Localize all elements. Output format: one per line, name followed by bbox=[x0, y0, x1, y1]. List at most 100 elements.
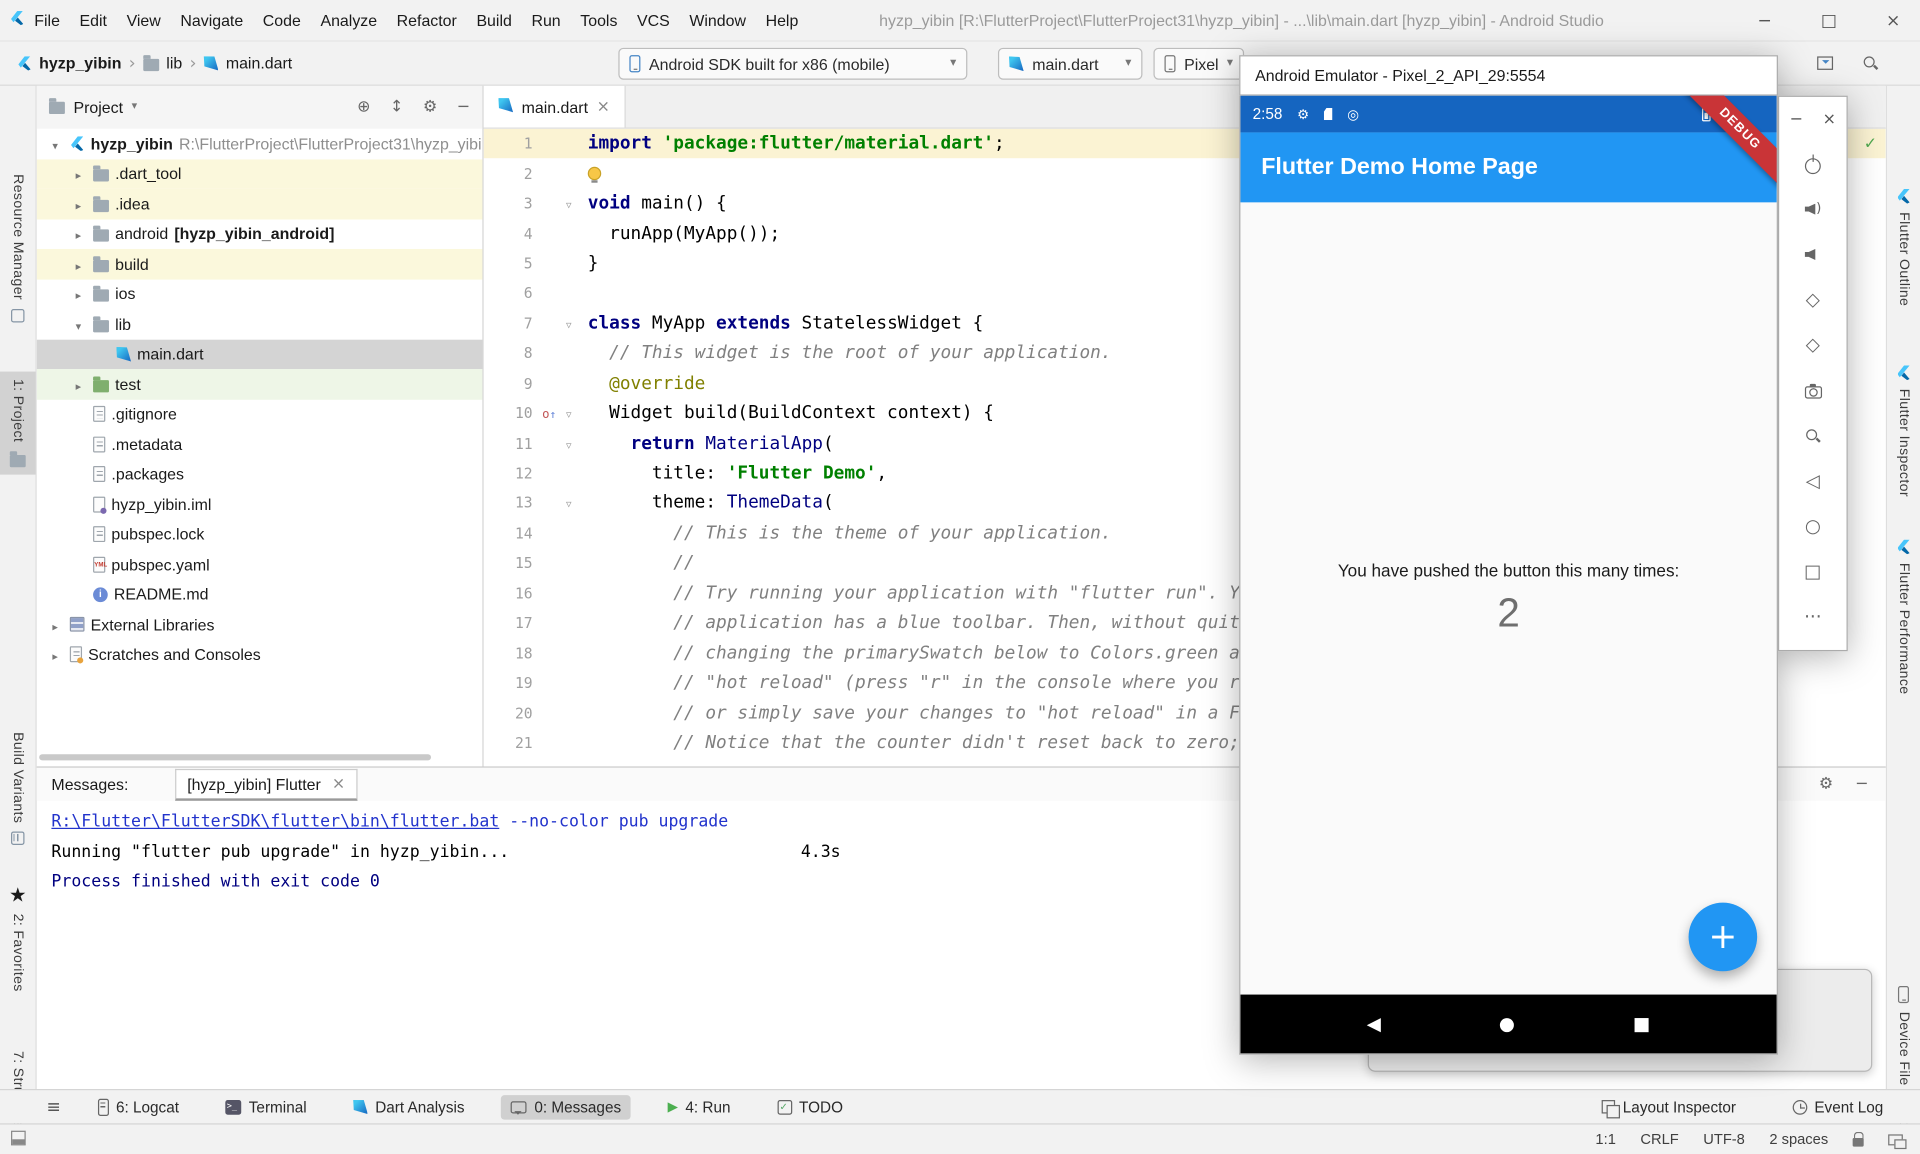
collapsed-arrow-icon[interactable]: ▸ bbox=[47, 645, 64, 663]
attach-icon[interactable] bbox=[1817, 56, 1833, 69]
tree-item-pubspec-lock[interactable]: pubspec.lock bbox=[37, 519, 483, 549]
minimize-icon[interactable]: − bbox=[457, 99, 470, 115]
toolwindow-icon[interactable] bbox=[11, 1130, 26, 1145]
status-1-1[interactable]: 1:1 bbox=[1595, 1131, 1615, 1148]
emulator-button-back[interactable]: ◁ bbox=[1779, 459, 1846, 504]
fold-icon[interactable]: ▿ bbox=[566, 321, 572, 332]
tree-item-gitignore[interactable]: .gitignore bbox=[37, 399, 483, 429]
close-icon[interactable]: × bbox=[1823, 111, 1836, 127]
toolwindow-button-todo[interactable]: TODO bbox=[767, 1095, 853, 1120]
tree-item-main-dart[interactable]: main.dart bbox=[37, 339, 483, 369]
screens-icon[interactable] bbox=[1888, 1134, 1903, 1145]
emulator-button-overview[interactable]: □ bbox=[1779, 549, 1846, 594]
emulator-button-power[interactable] bbox=[1779, 141, 1846, 186]
gear-icon[interactable]: ⚙ bbox=[1819, 776, 1833, 792]
messages-tab-flutter[interactable]: [hyzp_yibin] Flutter × bbox=[175, 768, 357, 800]
emulator-button-home[interactable]: ○ bbox=[1779, 504, 1846, 549]
tree-item-hyzp-yibin-iml[interactable]: hyzp_yibin.iml bbox=[37, 489, 483, 519]
inspection-status[interactable]: ✓ bbox=[1864, 134, 1877, 154]
tree-item-readme-md[interactable]: README.md bbox=[37, 579, 483, 609]
toolwindow-button-dart-analysis[interactable]: Dart Analysis bbox=[343, 1095, 474, 1120]
tree-item-idea[interactable]: ▸.idea bbox=[37, 189, 483, 219]
menu-item-tools[interactable]: Tools bbox=[570, 10, 627, 28]
device-selector[interactable]: Android SDK built for x86 (mobile)▾ bbox=[618, 48, 967, 80]
fold-icon[interactable]: ▿ bbox=[566, 411, 572, 422]
hamburger-icon[interactable]: ≡ bbox=[47, 1098, 61, 1115]
fold-icon[interactable]: ▿ bbox=[566, 441, 572, 452]
minimize-icon[interactable]: − bbox=[1855, 776, 1868, 792]
stripe-item-flutter-inspector[interactable]: Flutter Inspector bbox=[1887, 358, 1920, 504]
tree-item-external-libraries[interactable]: ▸External Libraries bbox=[37, 609, 483, 639]
nav-home-icon[interactable]: ● bbox=[1499, 1015, 1515, 1033]
minimize-icon[interactable]: − bbox=[1758, 12, 1772, 29]
emulator-button-more[interactable]: ··· bbox=[1779, 595, 1846, 640]
collapsed-arrow-icon[interactable]: ▸ bbox=[70, 285, 87, 303]
tree-item-build[interactable]: ▸build bbox=[37, 249, 483, 279]
tree-item-test[interactable]: ▸test bbox=[37, 369, 483, 399]
emulator-button-rotate-right[interactable]: ◇ bbox=[1779, 323, 1846, 368]
tree-item-pubspec-yaml[interactable]: pubspec.yaml bbox=[37, 549, 483, 579]
breadcrumb-item-lib[interactable]: lib bbox=[166, 54, 182, 72]
breadcrumb-item-main-dart[interactable]: main.dart bbox=[226, 54, 292, 72]
stripe-item-flutter-performance[interactable]: Flutter Performance bbox=[1887, 532, 1920, 702]
nav-back-icon[interactable]: ◀ bbox=[1367, 1015, 1381, 1033]
tree-item-ios[interactable]: ▸ios bbox=[37, 279, 483, 309]
emulator-button-zoom[interactable] bbox=[1779, 413, 1846, 458]
breadcrumb-item-hyzp-yibin[interactable]: hyzp_yibin bbox=[39, 54, 121, 72]
emulator-screen[interactable]: 2:58 ⚙◎ Flutter Demo Home Page You have … bbox=[1239, 96, 1778, 1055]
toolwindow-button-4-run[interactable]: ▶4: Run bbox=[658, 1095, 740, 1120]
expanded-arrow-icon[interactable]: ▾ bbox=[70, 315, 87, 333]
nav-overview-icon[interactable]: ■ bbox=[1633, 1015, 1650, 1033]
emulator-button-volume-up[interactable] bbox=[1779, 186, 1846, 231]
console-link[interactable]: R:\Flutter\FlutterSDK\flutter\bin\flutte… bbox=[51, 812, 499, 832]
menu-item-edit[interactable]: Edit bbox=[70, 10, 117, 28]
fold-icon[interactable]: ▿ bbox=[566, 501, 572, 512]
tree-item-packages[interactable]: .packages bbox=[37, 459, 483, 489]
menu-item-help[interactable]: Help bbox=[756, 10, 808, 28]
toolwindow-button-0-messages[interactable]: 0: Messages bbox=[501, 1095, 631, 1120]
status-2-spaces[interactable]: 2 spaces bbox=[1769, 1131, 1828, 1148]
target-device-selector[interactable]: Pixel▾ bbox=[1153, 48, 1244, 80]
tree-item-lib[interactable]: ▾lib bbox=[37, 309, 483, 339]
close-icon[interactable]: × bbox=[597, 99, 610, 115]
tree-item-metadata[interactable]: .metadata bbox=[37, 429, 483, 459]
status-crlf[interactable]: CRLF bbox=[1640, 1131, 1678, 1148]
collapsed-arrow-icon[interactable]: ▸ bbox=[70, 375, 87, 393]
emulator-button-volume-down[interactable] bbox=[1779, 232, 1846, 277]
target-icon[interactable]: ⊕ bbox=[357, 99, 370, 115]
override-marker-icon[interactable]: o bbox=[542, 409, 556, 422]
horizontal-scrollbar[interactable] bbox=[39, 754, 431, 760]
menu-item-build[interactable]: Build bbox=[467, 10, 522, 28]
minimize-icon[interactable]: − bbox=[1790, 111, 1803, 127]
bulb-icon[interactable] bbox=[588, 166, 601, 179]
stripe-item-flutter-outline[interactable]: Flutter Outline bbox=[1887, 181, 1920, 313]
collapsed-arrow-icon[interactable]: ▸ bbox=[70, 225, 87, 243]
fab-button[interactable]: + bbox=[1689, 903, 1758, 972]
close-icon[interactable]: × bbox=[1886, 12, 1900, 29]
menu-item-analyze[interactable]: Analyze bbox=[311, 10, 387, 28]
menu-item-run[interactable]: Run bbox=[522, 10, 571, 28]
menu-item-refactor[interactable]: Refactor bbox=[387, 10, 467, 28]
search-icon[interactable] bbox=[1862, 55, 1878, 71]
gear-icon[interactable]: ⚙ bbox=[423, 99, 437, 115]
emulator-button-camera[interactable] bbox=[1779, 368, 1846, 413]
tree-item-scratches-and-consoles[interactable]: ▸Scratches and Consoles bbox=[37, 640, 483, 670]
collapsed-arrow-icon[interactable]: ▸ bbox=[47, 615, 64, 633]
stripe-item-resource-manager[interactable]: Resource Manager bbox=[0, 167, 36, 330]
close-icon[interactable]: × bbox=[332, 776, 345, 792]
project-panel-title[interactable]: Project bbox=[73, 98, 123, 116]
maximize-icon[interactable]: □ bbox=[1821, 12, 1837, 29]
collapsed-arrow-icon[interactable]: ▸ bbox=[70, 165, 87, 183]
fold-icon[interactable]: ▿ bbox=[566, 201, 572, 212]
stripe-item-1-project[interactable]: 1: Project bbox=[0, 372, 36, 474]
toolwindow-button-event-log[interactable]: Event Log bbox=[1782, 1095, 1893, 1120]
collapsed-arrow-icon[interactable]: ▸ bbox=[70, 255, 87, 273]
stripe-item-2-favorites[interactable]: ★2: Favorites bbox=[0, 878, 36, 999]
collapsed-arrow-icon[interactable]: ▸ bbox=[70, 195, 87, 213]
menu-item-view[interactable]: View bbox=[117, 10, 171, 28]
menu-item-window[interactable]: Window bbox=[680, 10, 756, 28]
toolwindow-button-terminal[interactable]: Terminal bbox=[216, 1095, 317, 1120]
menu-item-navigate[interactable]: Navigate bbox=[171, 10, 253, 28]
stripe-item-build-variants[interactable]: Build Variants bbox=[0, 725, 36, 853]
menu-item-vcs[interactable]: VCS bbox=[627, 10, 679, 28]
